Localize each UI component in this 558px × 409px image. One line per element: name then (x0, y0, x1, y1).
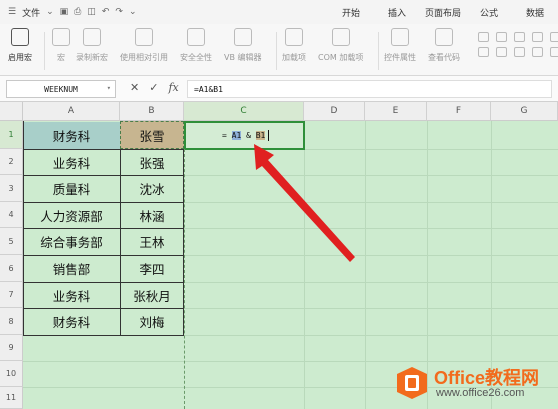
relative-reference-button[interactable]: 使用相对引用 (120, 28, 168, 63)
chevron-down-icon[interactable]: ▾ (107, 84, 111, 92)
label-control-icon[interactable] (496, 32, 507, 42)
record-macro-icon (83, 28, 101, 46)
macro-security-button[interactable]: 安全全性 (180, 28, 212, 63)
scrollbar-control-icon[interactable] (532, 47, 543, 57)
ribbon-separator (44, 32, 45, 70)
redo-icon[interactable]: ↷ (115, 7, 123, 17)
option-control-icon[interactable] (550, 32, 558, 42)
view-code-button[interactable]: 查看代码 (428, 28, 460, 63)
view-code-icon (435, 28, 453, 46)
relative-reference-icon (135, 28, 153, 46)
macro-button[interactable]: 宏 (52, 28, 70, 63)
combobox-control-icon[interactable] (478, 47, 489, 57)
ribbon-separator (378, 32, 379, 70)
hamburger-menu-icon[interactable]: ☰ (8, 7, 16, 17)
spreadsheet-app: ☰ 文件 ⌄ ▣ ⎙ ◫ ↶ ↷ ⌄ 开始 插入 页面布局 公式 数据 启用宏 … (0, 0, 558, 409)
file-menu[interactable]: 文件 (22, 6, 40, 19)
ribbon-developer: 启用宏 宏 录制新宏 使用相对引用 安全全性 VB 编辑器 加载项 COM 加载… (0, 24, 558, 76)
enable-macro-button[interactable]: 启用宏 (8, 28, 32, 63)
tab-home[interactable]: 开始 (328, 6, 374, 19)
button-control-icon[interactable] (514, 32, 525, 42)
watermark-url: www.office26.com (436, 387, 525, 399)
confirm-icon[interactable]: ✓ (149, 81, 158, 94)
formula-bar: WEEKNUM ▾ ✕ ✓ fx =A1&B1 (0, 76, 558, 102)
image-control-icon[interactable] (550, 47, 558, 57)
ribbon-separator (276, 32, 277, 70)
com-add-ins-icon (331, 28, 350, 46)
tab-page-layout[interactable]: 页面布局 (420, 6, 466, 19)
save-icon[interactable]: ▣ (60, 7, 69, 17)
red-arrow-icon (254, 144, 355, 262)
formula-input[interactable]: =A1&B1 (187, 80, 552, 98)
checkbox-control-icon[interactable] (478, 32, 489, 42)
textbox-control-icon[interactable] (496, 47, 507, 57)
add-ins-icon (285, 28, 303, 46)
vb-editor-button[interactable]: VB 编辑器 (224, 28, 262, 63)
office-logo-icon (397, 367, 427, 399)
cancel-icon[interactable]: ✕ (130, 81, 139, 94)
vb-editor-icon (233, 28, 252, 46)
tab-insert[interactable]: 插入 (374, 6, 420, 19)
macro-enable-icon (11, 28, 29, 46)
undo-icon[interactable]: ↶ (102, 7, 110, 17)
groupbox-control-icon[interactable] (532, 32, 543, 42)
control-properties-icon (391, 28, 409, 46)
office26-watermark: Office教程网 www.office26.com (392, 360, 558, 406)
chevron-down-icon[interactable]: ⌄ (46, 7, 54, 17)
print-icon[interactable]: ⎙ (74, 7, 81, 17)
record-macro-button[interactable]: 录制新宏 (76, 28, 108, 63)
com-add-ins-button[interactable]: COM 加载项 (318, 28, 363, 63)
tab-data[interactable]: 数据 (512, 6, 558, 19)
insert-function-icon[interactable]: fx (168, 81, 178, 94)
form-controls-grid (478, 32, 558, 57)
spin-control-icon[interactable] (514, 47, 525, 57)
control-properties-button[interactable]: 控件属性 (384, 28, 416, 63)
customize-quick-access-icon[interactable]: ⌄ (129, 7, 137, 17)
add-ins-button[interactable]: 加载项 (282, 28, 306, 63)
print-preview-icon[interactable]: ◫ (87, 7, 96, 17)
menu-bar: ☰ 文件 ⌄ ▣ ⎙ ◫ ↶ ↷ ⌄ 开始 插入 页面布局 公式 数据 (0, 0, 558, 24)
macro-icon (52, 28, 70, 46)
macro-security-icon (187, 28, 205, 46)
name-box[interactable]: WEEKNUM ▾ (6, 80, 116, 98)
tab-formulas[interactable]: 公式 (466, 6, 512, 19)
